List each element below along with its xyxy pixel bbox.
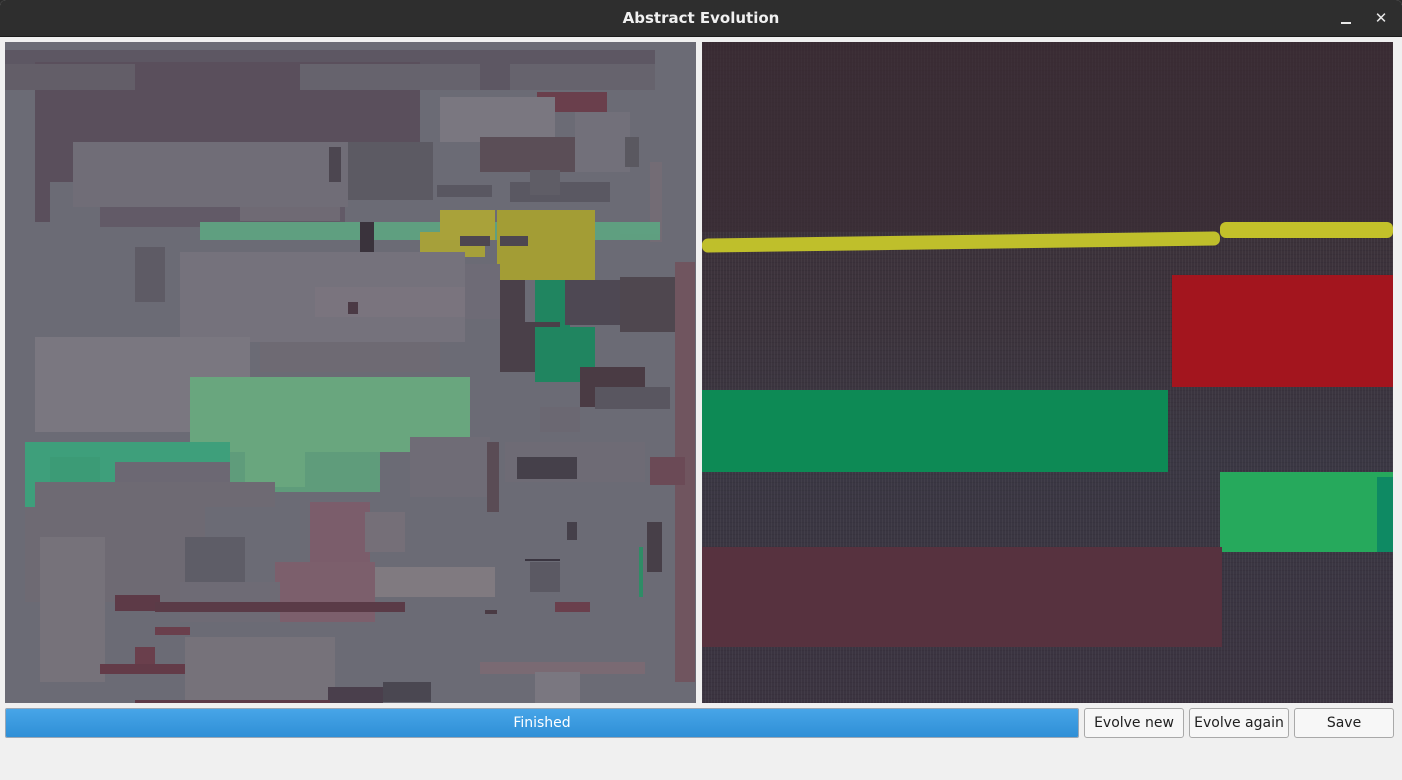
evolve-again-button[interactable]: Evolve again <box>1189 708 1289 738</box>
evolved-image-canvas <box>5 42 696 739</box>
app-window: Abstract Evolution ✕ Finished Evolve new… <box>0 0 1402 780</box>
save-button[interactable]: Save <box>1294 708 1394 738</box>
evolve-new-button[interactable]: Evolve new <box>1084 708 1184 738</box>
close-icon[interactable]: ✕ <box>1369 6 1393 30</box>
progress-status-text: Finished <box>513 715 571 731</box>
bottom-toolbar: Finished Evolve new Evolve again Save <box>0 703 1402 743</box>
title-bar[interactable]: Abstract Evolution ✕ <box>0 0 1402 37</box>
minimize-icon[interactable] <box>1335 6 1359 30</box>
progress-bar: Finished <box>5 708 1079 738</box>
target-image-canvas <box>702 42 1393 739</box>
main-content <box>0 37 1402 780</box>
window-title: Abstract Evolution <box>622 9 780 27</box>
